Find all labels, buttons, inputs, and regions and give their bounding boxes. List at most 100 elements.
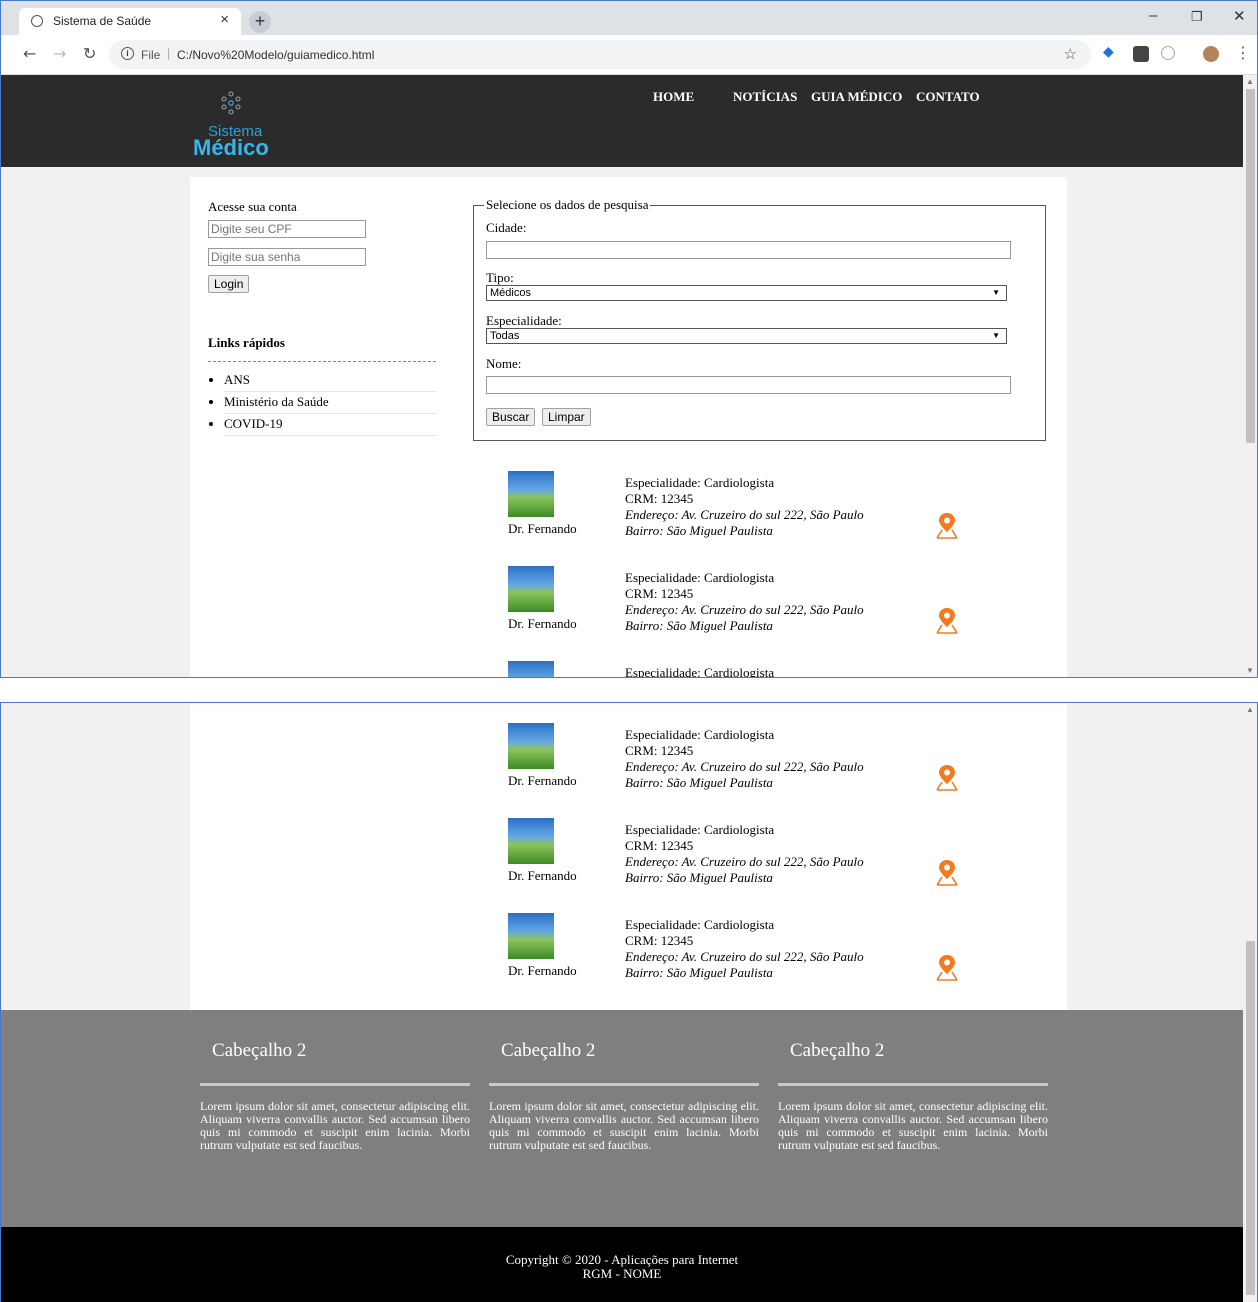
quick-link-covid[interactable]: COVID-19 (224, 414, 436, 436)
footer-text: Lorem ipsum dolor sit amet, consectetur … (200, 1099, 470, 1152)
doctor-info: Especialidade: Cardiologista (625, 665, 775, 678)
doctor-card: Dr. Fernando Especialidade: Cardiologist… (508, 566, 968, 646)
browser-window-bottom: Dr. Fernando Especialidade: Cardiologist… (0, 702, 1258, 1302)
scrollbar[interactable]: ▲ (1243, 703, 1257, 1302)
extension-circle-icon[interactable] (1161, 46, 1175, 60)
chevron-down-icon: ▼ (992, 288, 1000, 297)
doctor-neighborhood: Bairro: São Miguel Paulista (625, 523, 773, 538)
doctor-info: Especialidade: Cardiologista CRM: 12345 … (625, 727, 864, 791)
main-content: Dr. Fernando Especialidade: Cardiologist… (190, 703, 1067, 1010)
close-tab-icon[interactable]: × (220, 11, 229, 28)
avatar[interactable] (1203, 46, 1219, 62)
footer-divider (489, 1083, 759, 1086)
page-viewport: Dr. Fernando Especialidade: Cardiologist… (1, 703, 1243, 1302)
login-button[interactable]: Login (208, 275, 250, 293)
scrollbar-thumb[interactable] (1246, 89, 1255, 443)
url-scheme: File (141, 48, 161, 62)
scroll-down-icon[interactable]: ▼ (1246, 666, 1254, 675)
tipo-select-value: Médicos (490, 287, 531, 299)
senha-input[interactable] (208, 248, 366, 266)
forward-icon[interactable]: → (53, 44, 66, 63)
logo-text-medico: Médico (193, 135, 269, 160)
doctor-crm: CRM: 12345 (625, 743, 694, 758)
doctor-crm: CRM: 12345 (625, 586, 694, 601)
doctor-card: Especialidade: Cardiologista (508, 661, 968, 678)
nome-input[interactable] (486, 376, 1011, 394)
browser-toolbar: ← → ↻ i File | C:/Novo%20Modelo/guiamedi… (1, 35, 1257, 75)
menu-icon[interactable]: ⋮ (1235, 43, 1251, 62)
doctor-specialty: Especialidade: Cardiologista (625, 917, 775, 932)
scrollbar[interactable]: ▲ ▼ (1243, 75, 1257, 677)
nome-label: Nome: (486, 356, 522, 371)
doctor-address: Endereço: Av. Cruzeiro do sul 222, São P… (625, 602, 864, 617)
nav-guia-medico[interactable]: GUIA MÉDICO (811, 89, 902, 105)
doctor-neighborhood: Bairro: São Miguel Paulista (625, 870, 773, 885)
doctor-name: Dr. Fernando (508, 616, 577, 631)
doctor-crm: CRM: 12345 (625, 933, 694, 948)
new-tab-button[interactable]: + (249, 11, 271, 33)
doctor-photo (508, 661, 554, 677)
address-bar[interactable]: i File | C:/Novo%20Modelo/guiamedico.htm… (109, 40, 1091, 69)
doctor-card: Dr. Fernando Especialidade: Cardiologist… (508, 723, 968, 803)
doctor-neighborhood: Bairro: São Miguel Paulista (625, 618, 773, 633)
map-pin-icon[interactable] (936, 763, 958, 791)
doctor-specialty: Especialidade: Cardiologista (625, 475, 775, 490)
map-pin-icon[interactable] (936, 953, 958, 981)
doctor-info: Especialidade: Cardiologista CRM: 12345 … (625, 570, 864, 634)
restore-icon[interactable]: ❐ (1191, 9, 1203, 25)
scroll-up-icon[interactable]: ▲ (1246, 705, 1254, 714)
nav-noticias[interactable]: NOTÍCIAS (733, 89, 797, 105)
back-icon[interactable]: ← (23, 44, 36, 63)
extension-help-icon[interactable] (1133, 46, 1149, 62)
site-header: Sistema Médico HOME NOTÍCIAS GUIA MÉDICO… (1, 75, 1243, 167)
map-pin-icon[interactable] (936, 858, 958, 886)
doctor-photo (508, 723, 554, 769)
browser-tab[interactable]: Sistema de Saúde × (19, 8, 241, 35)
search-fieldset: Selecione os dados de pesquisa Cidade: T… (473, 197, 1046, 441)
doctor-info: Especialidade: Cardiologista CRM: 12345 … (625, 475, 864, 539)
doctor-card: Dr. Fernando Especialidade: Cardiologist… (508, 913, 968, 993)
footer-text: Lorem ipsum dolor sit amet, consectetur … (489, 1099, 759, 1152)
screenshot-gap (0, 678, 1258, 702)
limpar-button[interactable]: Limpar (542, 408, 591, 426)
cidade-input[interactable] (486, 241, 1011, 259)
map-pin-icon[interactable] (936, 511, 958, 539)
close-window-icon[interactable]: ✕ (1233, 7, 1246, 25)
extension-cap-icon[interactable]: ◆ (1103, 44, 1119, 60)
footer-divider (200, 1083, 470, 1086)
doctor-specialty: Especialidade: Cardiologista (625, 665, 775, 678)
buscar-button[interactable]: Buscar (486, 408, 536, 426)
doctor-address: Endereço: Av. Cruzeiro do sul 222, São P… (625, 507, 864, 522)
star-icon[interactable]: ☆ (1064, 45, 1077, 63)
quick-link-ans[interactable]: ANS (224, 370, 436, 392)
quick-link-ministerio[interactable]: Ministério da Saúde (224, 392, 436, 414)
tipo-select[interactable]: Médicos ▼ (486, 285, 1007, 301)
doctor-photo (508, 566, 554, 612)
nav-home[interactable]: HOME (653, 89, 694, 105)
minimize-icon[interactable]: – (1149, 7, 1157, 24)
cidade-label: Cidade: (486, 220, 527, 235)
info-icon[interactable]: i (121, 47, 134, 60)
cpf-input[interactable] (208, 220, 366, 238)
scroll-up-icon[interactable]: ▲ (1246, 77, 1254, 86)
doctor-name: Dr. Fernando (508, 773, 577, 788)
footer-heading: Cabeçalho 2 (212, 1040, 307, 1061)
nav-contato[interactable]: CONTATO (916, 89, 980, 105)
doctor-specialty: Especialidade: Cardiologista (625, 570, 775, 585)
reload-icon[interactable]: ↻ (83, 44, 96, 63)
copyright-text: Copyright © 2020 - Aplicações para Inter… (505, 1252, 739, 1267)
url-text: C:/Novo%20Modelo/guiamedico.html (177, 48, 375, 62)
doctor-photo (508, 471, 554, 517)
scrollbar-thumb[interactable] (1246, 941, 1255, 1295)
doctor-address: Endereço: Av. Cruzeiro do sul 222, São P… (625, 759, 864, 774)
especialidade-label: Especialidade: (486, 313, 562, 328)
especialidade-select[interactable]: Todas ▼ (486, 328, 1007, 344)
doctor-specialty: Especialidade: Cardiologista (625, 822, 775, 837)
doctor-neighborhood: Bairro: São Miguel Paulista (625, 965, 773, 980)
search-legend: Selecione os dados de pesquisa (484, 197, 651, 213)
especialidade-select-value: Todas (490, 330, 520, 342)
doctor-card: Dr. Fernando Especialidade: Cardiologist… (508, 471, 968, 551)
doctor-crm: CRM: 12345 (625, 491, 694, 506)
quick-links-divider (208, 361, 436, 362)
map-pin-icon[interactable] (936, 606, 958, 634)
